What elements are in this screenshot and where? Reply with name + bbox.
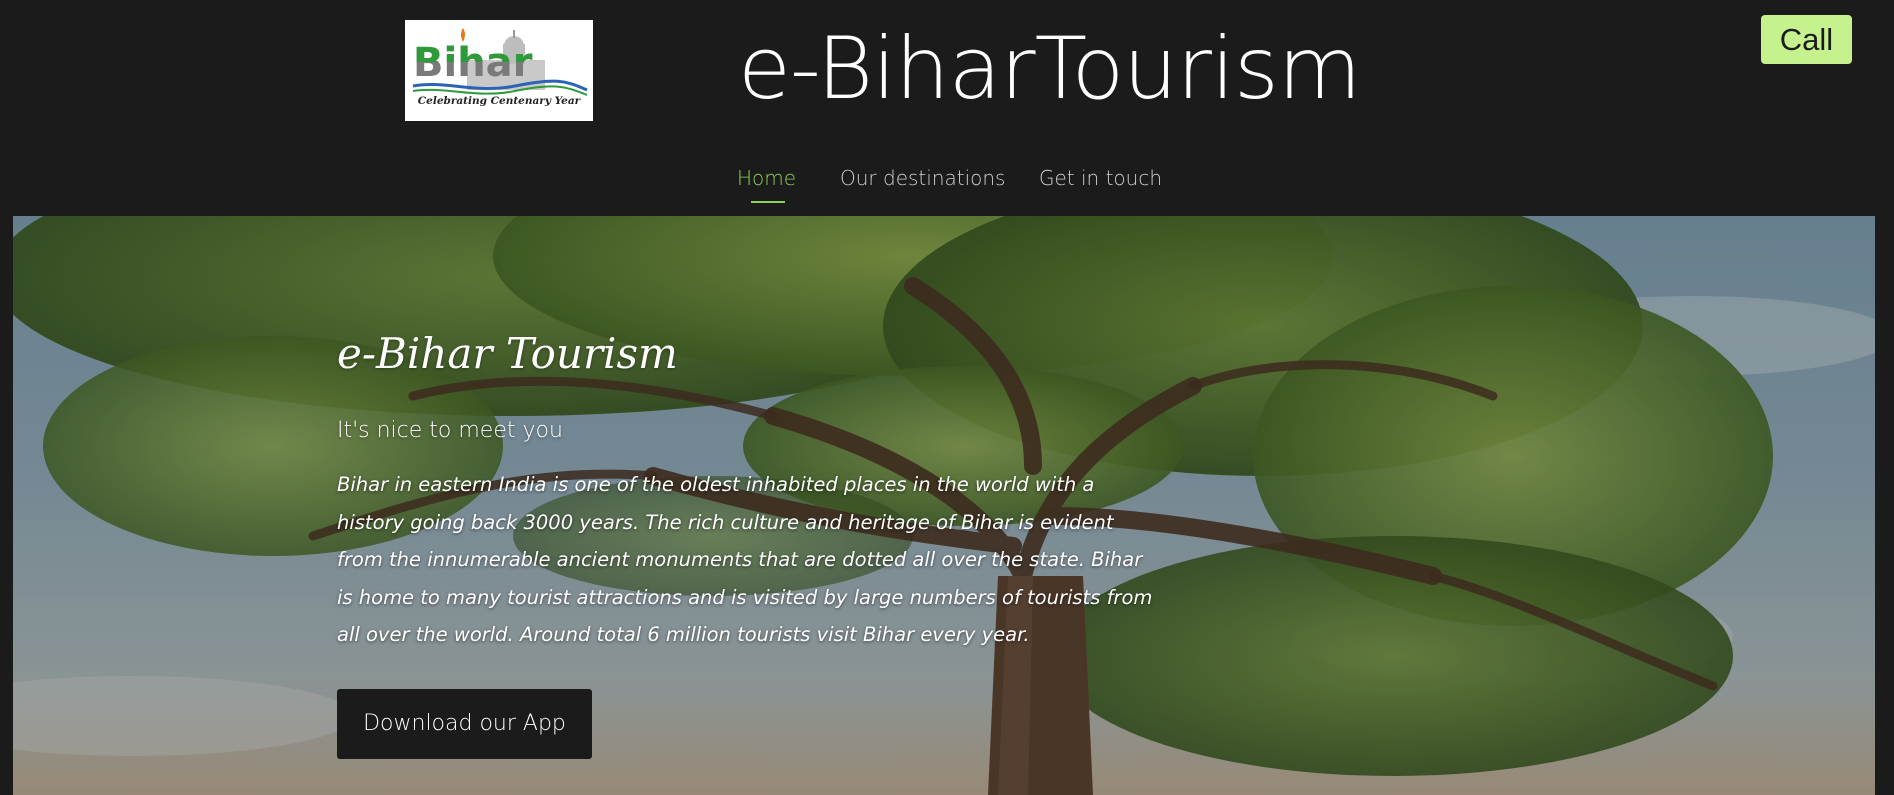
hero-description: Bihar in eastern India is one of the old…	[337, 473, 1153, 646]
bihar-logo[interactable]: Bihar Bihar Celebrating Centenary Year	[405, 20, 593, 121]
main-nav: Home Our destinations Get in touch	[0, 160, 1894, 206]
hero-section: e-Bihar Tourism It's nice to meet you Bi…	[13, 216, 1875, 795]
nav-item-label: Get in touch	[1039, 166, 1163, 190]
nav-item-destinations[interactable]: Our destinations	[840, 160, 1005, 196]
hero-heading: e-Bihar Tourism	[337, 329, 678, 378]
call-button[interactable]: Call	[1761, 15, 1852, 64]
download-app-button[interactable]: Download our App	[337, 689, 592, 759]
nav-item-label: Our destinations	[840, 166, 1006, 190]
nav-item-label: Home	[737, 166, 797, 190]
nav-item-get-in-touch[interactable]: Get in touch	[1039, 160, 1162, 196]
logo-tagline: Celebrating Centenary Year	[418, 95, 582, 107]
hero-subheading: It's nice to meet you	[337, 418, 563, 443]
bihar-logo-image: Bihar Bihar Celebrating Centenary Year	[405, 20, 593, 121]
nav-active-underline	[751, 201, 785, 203]
nav-item-home[interactable]: Home	[737, 160, 797, 203]
page: Bihar Bihar Celebrating Centenary Year e…	[0, 0, 1894, 795]
site-title: e-BiharTourism	[738, 19, 1362, 119]
